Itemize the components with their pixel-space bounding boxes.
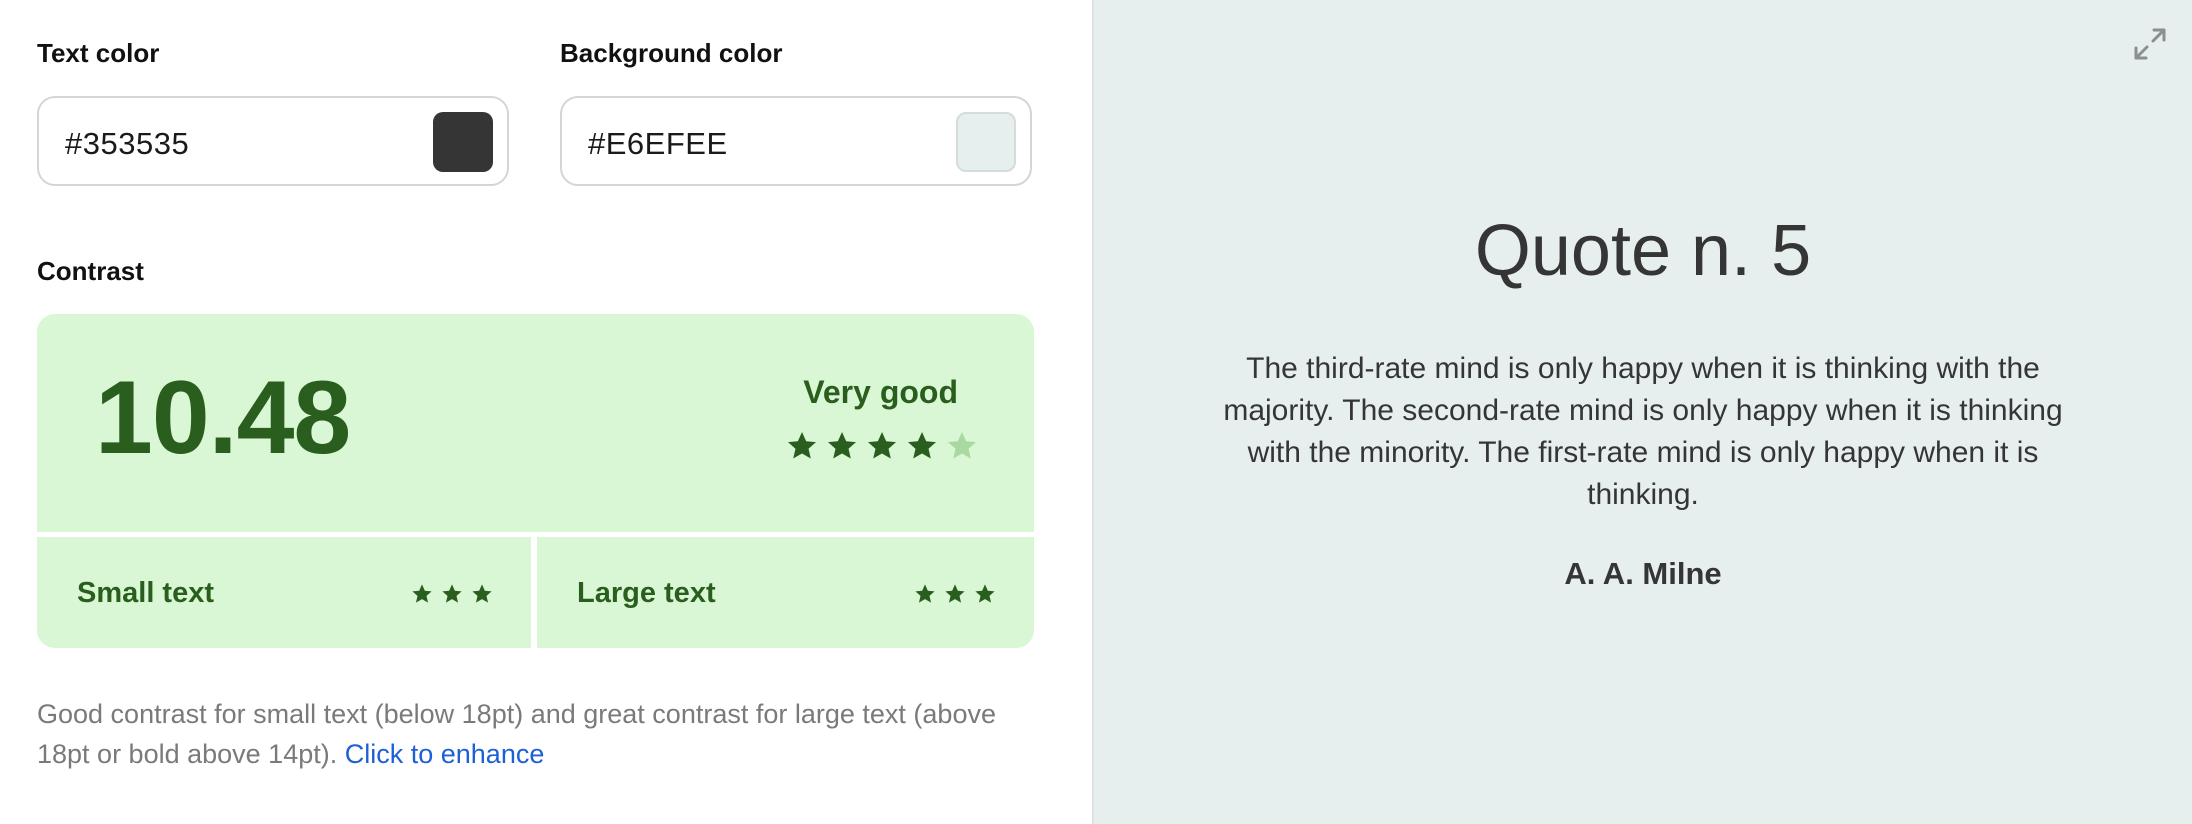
star-filled-icon — [412, 584, 432, 603]
contrast-label: Contrast — [37, 256, 144, 286]
star-filled-icon — [975, 584, 995, 603]
contrast-description: Good contrast for small text (below 18pt… — [37, 694, 1047, 774]
background-color-input[interactable]: #E6EFEE — [560, 96, 1032, 186]
text-color-swatch[interactable] — [433, 112, 493, 172]
contrast-summary: 10.48 Very good — [37, 314, 1034, 532]
star-filled-icon — [788, 432, 816, 459]
preview-panel: Quote n. 5 The third-rate mind is only h… — [1094, 0, 2192, 824]
quote-text: The third-rate mind is only happy when i… — [1223, 352, 2063, 511]
overall-rating-stars — [786, 430, 978, 462]
star-filled-icon — [828, 432, 856, 459]
star-filled-icon — [915, 584, 935, 603]
contrast-ratio: 10.48 — [95, 360, 351, 476]
rating-label: Very good — [803, 374, 958, 410]
star-filled-icon — [945, 584, 965, 603]
contrast-card: 10.48 Very good Small text Large text — [37, 314, 1034, 648]
text-color-value[interactable]: #353535 — [65, 126, 189, 162]
small-text-stars — [411, 583, 493, 605]
large-text-label: Large text — [577, 577, 716, 609]
settings-panel: Text color #353535 Background color #E6E… — [0, 0, 1092, 824]
star-filled-icon — [908, 432, 936, 459]
large-text-rating: Large text — [537, 537, 1034, 648]
enhance-link[interactable]: Click to enhance — [345, 739, 545, 769]
star-filled-icon — [442, 584, 462, 603]
small-text-label: Small text — [77, 577, 214, 609]
background-color-value[interactable]: #E6EFEE — [588, 126, 728, 162]
small-text-rating: Small text — [37, 537, 531, 648]
star-empty-icon — [948, 432, 976, 459]
quote-author: A. A. Milne — [1564, 556, 1722, 591]
text-color-label: Text color — [37, 38, 160, 68]
quote-title: Quote n. 5 — [1474, 211, 1812, 291]
background-color-swatch[interactable] — [956, 112, 1016, 172]
large-text-stars — [914, 583, 996, 605]
text-color-input[interactable]: #353535 — [37, 96, 509, 186]
star-filled-icon — [472, 584, 492, 603]
star-filled-icon — [868, 432, 896, 459]
expand-icon[interactable] — [2130, 24, 2170, 64]
background-color-label: Background color — [560, 38, 783, 68]
